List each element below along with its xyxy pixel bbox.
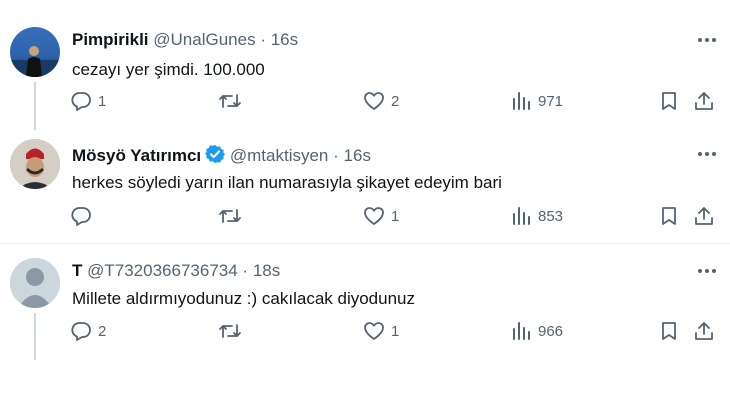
like-icon: [364, 92, 384, 110]
reply-count: 2: [98, 322, 107, 340]
like-icon: [364, 207, 384, 225]
retweet-icon: [219, 324, 241, 338]
avatar[interactable]: [10, 258, 60, 308]
reply-button[interactable]: [70, 205, 98, 227]
like-icon: [364, 322, 384, 340]
reply-button[interactable]: 1: [70, 90, 106, 112]
tweet[interactable]: T @T7320366736734 · 18s Millete aldırmıy…: [0, 244, 730, 374]
reply-button[interactable]: 2: [70, 320, 106, 342]
tweet[interactable]: Pimpirikli @UnalGunes · 16s cezayı yer ş…: [0, 0, 730, 130]
timestamp[interactable]: 18s: [253, 261, 280, 280]
view-count: 966: [538, 322, 564, 340]
display-name[interactable]: Mösyö Yatırımcı: [72, 146, 201, 165]
views-icon: [513, 92, 530, 110]
reply-icon: [71, 207, 91, 226]
tweet-text: Millete aldırmıyodunuz :) cakılacak diyo…: [72, 289, 415, 308]
share-icon: [695, 92, 713, 110]
share-icon: [695, 207, 713, 225]
views-icon: [513, 322, 530, 340]
retweet-button[interactable]: [218, 320, 248, 342]
bookmark-button[interactable]: [658, 320, 680, 342]
separator: ·: [333, 146, 339, 165]
like-count: 1: [391, 207, 400, 225]
share-button[interactable]: [693, 205, 715, 227]
share-button[interactable]: [693, 90, 715, 112]
views-button[interactable]: 966: [510, 320, 563, 342]
handle[interactable]: @UnalGunes: [153, 30, 255, 49]
avatar[interactable]: [10, 139, 60, 189]
reply-icon: [71, 322, 91, 341]
retweet-icon: [219, 209, 241, 223]
action-bar: 2 1 966: [70, 320, 720, 348]
views-button[interactable]: 853: [510, 205, 563, 227]
reply-icon: [71, 92, 91, 111]
tweet-header: Pimpirikli @UnalGunes · 16s: [72, 30, 298, 50]
thread-line: [34, 82, 36, 130]
tweet-header: T @T7320366736734 · 18s: [72, 261, 280, 281]
more-icon[interactable]: [696, 260, 718, 282]
verified-icon: [205, 145, 226, 163]
share-button[interactable]: [693, 320, 715, 342]
tweet-text: cezayı yer şimdi. 100.000: [72, 60, 265, 79]
tweet-text: herkes söyledi yarın ilan numarasıyla şi…: [72, 173, 502, 192]
views-button[interactable]: 971: [510, 90, 563, 112]
bookmark-button[interactable]: [658, 90, 680, 112]
avatar[interactable]: [10, 27, 60, 77]
view-count: 971: [538, 92, 564, 110]
display-name[interactable]: T: [72, 261, 82, 280]
views-icon: [513, 207, 530, 225]
timestamp[interactable]: 16s: [344, 146, 371, 165]
like-button[interactable]: 1: [363, 205, 399, 227]
bookmark-icon: [662, 322, 676, 340]
tweet-header: Mösyö Yatırımcı @mtaktisyen · 16s: [72, 144, 371, 166]
timestamp[interactable]: 16s: [271, 30, 298, 49]
retweet-button[interactable]: [218, 205, 248, 227]
handle[interactable]: @T7320366736734: [87, 261, 238, 280]
handle[interactable]: @mtaktisyen: [230, 146, 329, 165]
action-bar: 1 2 971: [70, 90, 720, 118]
action-bar: 1 853: [70, 205, 720, 233]
like-count: 1: [391, 322, 400, 340]
reply-count: 1: [98, 92, 107, 110]
bookmark-icon: [662, 92, 676, 110]
thread-line: [34, 313, 36, 360]
like-count: 2: [391, 92, 400, 110]
retweet-icon: [219, 94, 241, 108]
separator: ·: [260, 30, 266, 49]
share-icon: [695, 322, 713, 340]
more-icon[interactable]: [696, 29, 718, 51]
bookmark-button[interactable]: [658, 205, 680, 227]
bookmark-icon: [662, 207, 676, 225]
tweet[interactable]: Mösyö Yatırımcı @mtaktisyen · 16s herkes…: [0, 125, 730, 243]
like-button[interactable]: 1: [363, 320, 399, 342]
retweet-button[interactable]: [218, 90, 248, 112]
like-button[interactable]: 2: [363, 90, 399, 112]
more-icon[interactable]: [696, 143, 718, 165]
view-count: 853: [538, 207, 564, 225]
display-name[interactable]: Pimpirikli: [72, 30, 149, 49]
separator: ·: [242, 261, 249, 280]
